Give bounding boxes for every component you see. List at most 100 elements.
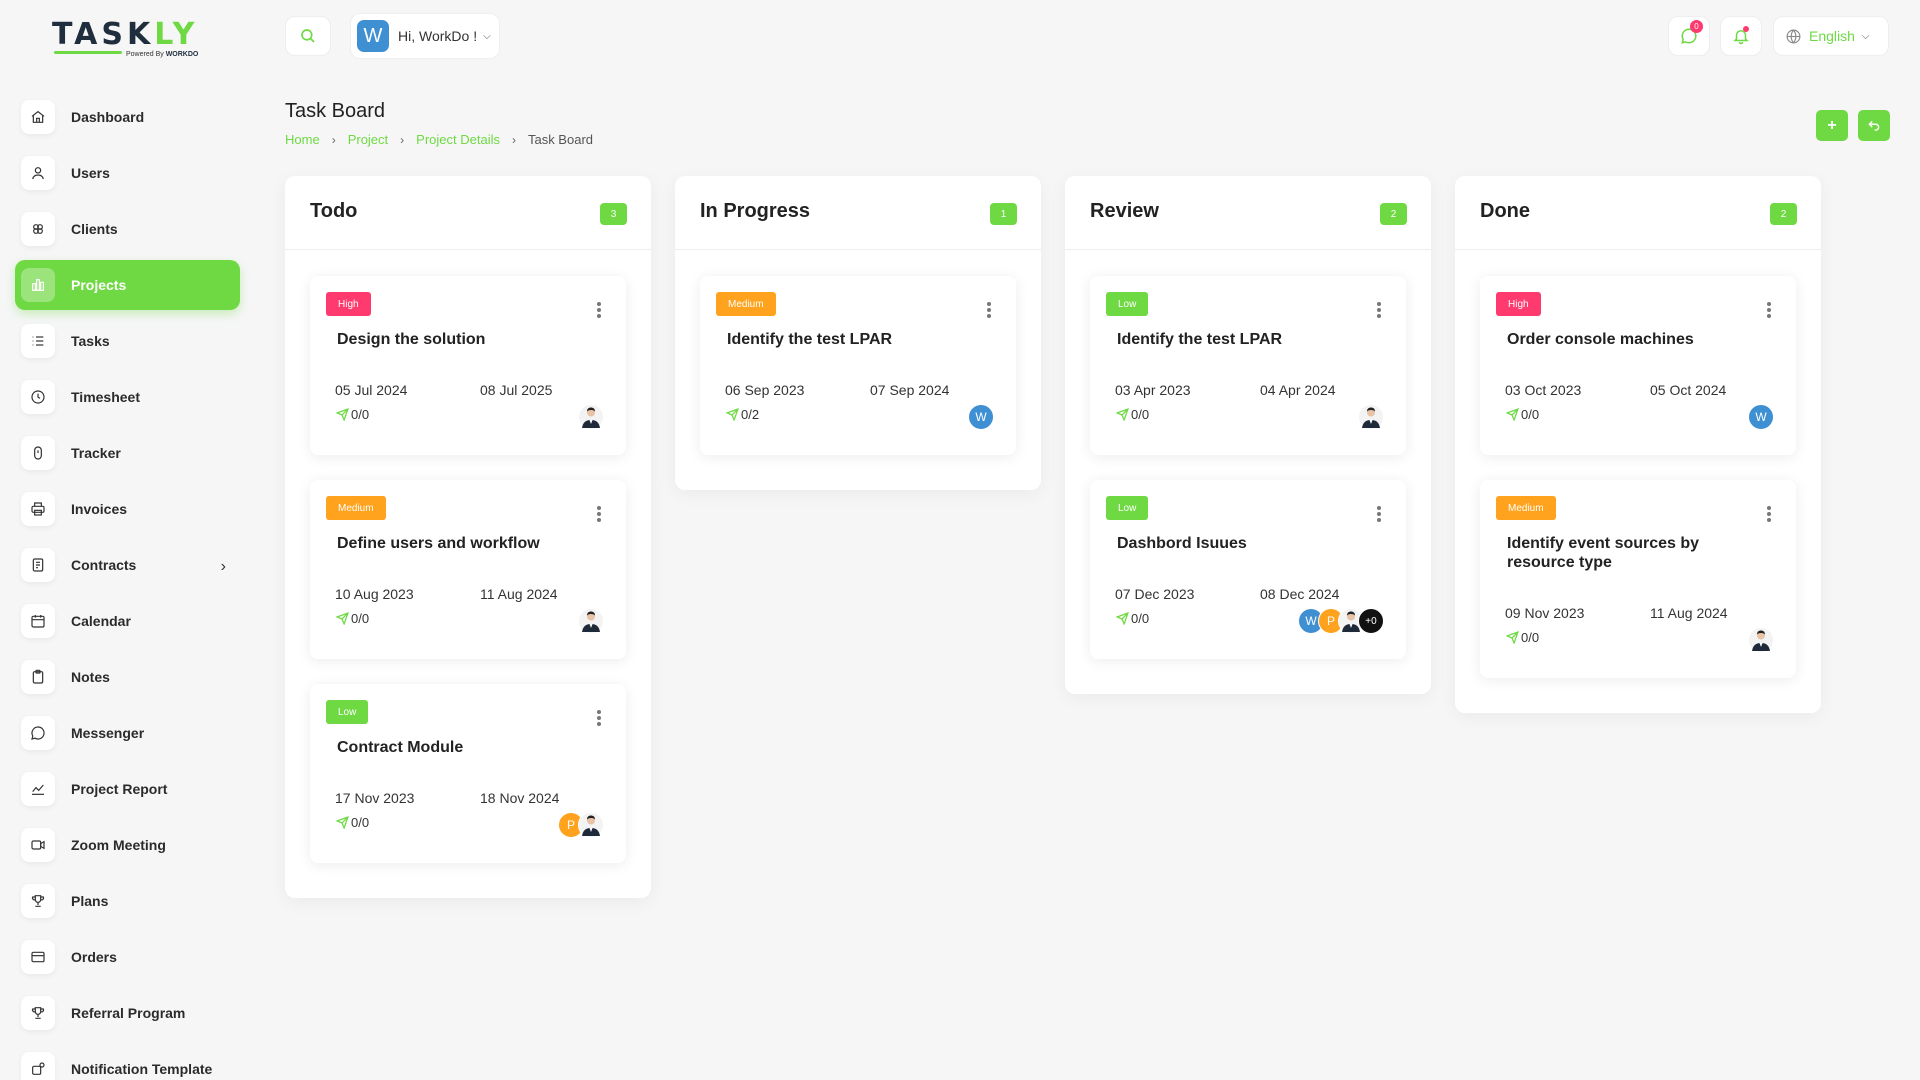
- logo[interactable]: TASKLY Powered By WORKDO: [52, 18, 204, 60]
- search-icon: [301, 29, 315, 43]
- task-card[interactable]: High Design the solution 05 Jul 2024 08 Jul…: [310, 276, 626, 455]
- chevron-right-icon: ›: [511, 132, 516, 147]
- messages-button[interactable]: 0: [1668, 16, 1710, 56]
- sidebar-item-orders[interactable]: Orders: [15, 932, 240, 982]
- user-avatar[interactable]: [578, 404, 604, 430]
- more-options-icon[interactable]: [1374, 504, 1384, 524]
- subtask-count: 0/0: [1521, 630, 1540, 645]
- breadcrumb-home[interactable]: Home: [285, 132, 320, 147]
- sidebar-item-label: Tracker: [71, 445, 121, 461]
- user-menu[interactable]: W Hi, WorkDo ! ⌵: [350, 13, 500, 59]
- trophy-icon: [21, 996, 55, 1030]
- more-options-icon[interactable]: [594, 504, 604, 524]
- task-title[interactable]: Contract Module: [337, 738, 597, 757]
- projects-icon: [21, 268, 55, 302]
- more-options-icon[interactable]: [594, 300, 604, 320]
- start-date: 06 Sep 2023: [725, 382, 805, 398]
- card-list: Medium Identify the test LPAR 06 Sep 2023 0…: [675, 250, 1041, 490]
- breadcrumb-project[interactable]: Project: [348, 132, 388, 147]
- sidebar-item-referral-program[interactable]: Referral Program: [15, 988, 240, 1038]
- task-card[interactable]: High Order console machines 03 Oct 2023 05 …: [1480, 276, 1796, 455]
- more-options-icon[interactable]: [1764, 504, 1774, 524]
- task-card[interactable]: Medium Identify event sources by resource…: [1480, 480, 1796, 678]
- end-date: 07 Sep 2024: [870, 382, 950, 398]
- sidebar-item-label: Projects: [71, 277, 127, 293]
- globe-icon: [1786, 28, 1801, 44]
- assignee-avatars: W: [968, 404, 994, 430]
- subtask-tally: 0/0: [1506, 630, 1539, 645]
- priority-badge: Low: [1106, 292, 1149, 316]
- send-icon: [1116, 612, 1129, 625]
- sidebar-item-invoices[interactable]: Invoices: [15, 484, 240, 534]
- task-card[interactable]: Low Contract Module 17 Nov 2023 18 Nov 2024…: [310, 684, 626, 863]
- start-date: 03 Apr 2023: [1115, 382, 1191, 398]
- task-title[interactable]: Identify the test LPAR: [727, 330, 987, 349]
- breadcrumb-project-details[interactable]: Project Details: [416, 132, 500, 147]
- assignee-avatars: W: [1748, 404, 1774, 430]
- clients-icon: [21, 212, 55, 246]
- more-options-icon[interactable]: [984, 300, 994, 320]
- sidebar-item-messenger[interactable]: Messenger: [15, 708, 240, 758]
- language-selector[interactable]: English ⌵: [1773, 16, 1889, 56]
- sidebar-item-clients[interactable]: Clients: [15, 204, 240, 254]
- sidebar-item-calendar[interactable]: Calendar: [15, 596, 240, 646]
- assignee-avatars: [578, 404, 604, 430]
- sidebar-item-timesheet[interactable]: Timesheet: [15, 372, 240, 422]
- printer-icon: [21, 492, 55, 526]
- end-date: 08 Jul 2025: [480, 382, 553, 398]
- task-title[interactable]: Dashbord Isuues: [1117, 534, 1377, 553]
- sidebar-item-users[interactable]: Users: [15, 148, 240, 198]
- add-task-button[interactable]: +: [1816, 110, 1848, 141]
- column-todo: Todo 3 High Design the solution 05 Jul 2024 0…: [285, 176, 651, 898]
- more-options-icon[interactable]: [1374, 300, 1384, 320]
- task-title[interactable]: Identify event sources by resource type: [1507, 534, 1767, 572]
- back-button[interactable]: [1858, 110, 1890, 141]
- sidebar-item-plans[interactable]: Plans: [15, 876, 240, 926]
- column-title: In Progress: [700, 200, 811, 222]
- task-title[interactable]: Design the solution: [337, 330, 597, 349]
- user-avatar[interactable]: W: [1748, 404, 1774, 430]
- user-avatar[interactable]: [578, 812, 604, 838]
- column-count-badge: 2: [1380, 203, 1407, 225]
- user-avatar[interactable]: [1748, 627, 1774, 653]
- search-button[interactable]: [285, 16, 331, 56]
- subtask-count: 0/0: [351, 611, 370, 626]
- more-users-avatar[interactable]: +0: [1358, 608, 1384, 634]
- task-title[interactable]: Define users and workflow: [337, 534, 597, 553]
- sidebar-item-label: Users: [71, 165, 110, 181]
- sidebar-item-label: Orders: [71, 949, 117, 965]
- task-card[interactable]: Low Dashbord Isuues 07 Dec 2023 08 Dec 2024…: [1090, 480, 1406, 659]
- task-card[interactable]: Low Identify the test LPAR 03 Apr 2023 04 A…: [1090, 276, 1406, 455]
- sidebar-item-label: Notes: [71, 669, 110, 685]
- sidebar-item-projects[interactable]: Projects: [15, 260, 240, 310]
- sidebar-item-zoom-meeting[interactable]: Zoom Meeting: [15, 820, 240, 870]
- sidebar-item-notification-template[interactable]: Notification Template: [15, 1044, 240, 1080]
- column-header: Todo 3: [285, 176, 651, 250]
- contract-icon: [21, 548, 55, 582]
- sidebar-item-tasks[interactable]: Tasks: [15, 316, 240, 366]
- logo-underline: [54, 51, 122, 54]
- chevron-down-icon: ⌵: [1861, 30, 1870, 42]
- sidebar-item-notes[interactable]: Notes: [15, 652, 240, 702]
- sidebar-item-dashboard[interactable]: Dashboard: [15, 92, 240, 142]
- end-date: 11 Aug 2024: [480, 586, 558, 602]
- task-card[interactable]: Medium Define users and workflow 10 Aug 20…: [310, 480, 626, 659]
- notifications-button[interactable]: [1720, 16, 1762, 56]
- sidebar-item-label: Plans: [71, 893, 109, 909]
- task-card[interactable]: Medium Identify the test LPAR 06 Sep 2023 0…: [700, 276, 1016, 455]
- user-avatar[interactable]: W: [968, 404, 994, 430]
- more-options-icon[interactable]: [1764, 300, 1774, 320]
- task-title[interactable]: Identify the test LPAR: [1117, 330, 1377, 349]
- sidebar-item-project-report[interactable]: Project Report: [15, 764, 240, 814]
- user-avatar[interactable]: [1358, 404, 1384, 430]
- sidebar-item-contracts[interactable]: Contracts ›: [15, 540, 240, 590]
- user-avatar[interactable]: [578, 608, 604, 634]
- end-date: 11 Aug 2024: [1650, 605, 1728, 621]
- clipboard-icon: [21, 660, 55, 694]
- task-title[interactable]: Order console machines: [1507, 330, 1767, 349]
- page-title: Task Board: [285, 100, 386, 122]
- sidebar-item-tracker[interactable]: Tracker: [15, 428, 240, 478]
- more-options-icon[interactable]: [594, 708, 604, 728]
- subtask-tally: 0/0: [336, 611, 369, 626]
- assignee-avatars: W P +0: [1298, 608, 1384, 634]
